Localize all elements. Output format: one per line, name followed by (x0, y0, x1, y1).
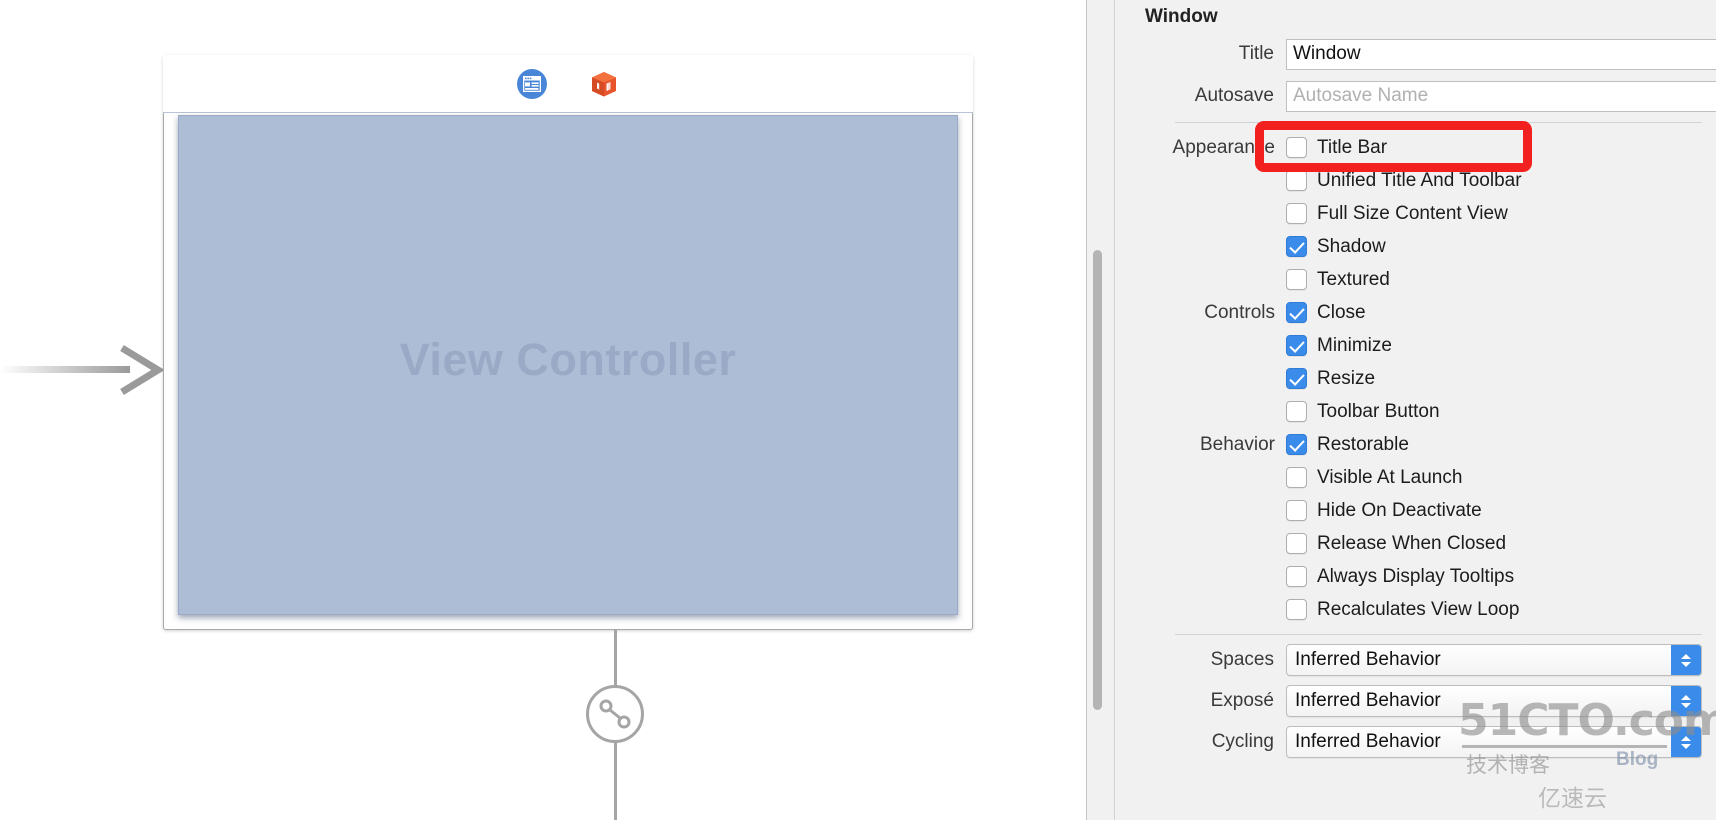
screen-root: View Controller Window Title Autosave (0, 0, 1716, 820)
page-title: Window (1145, 6, 1218, 27)
checkbox-label-full-size-content-view: Full Size Content View (1317, 202, 1508, 224)
select-row-expose: Exposé Inferred Behavior (1130, 684, 1716, 718)
field-row-autosave: Autosave (1130, 80, 1716, 112)
checkbox-row-recalculates-view-loop[interactable]: Recalculates View Loop (1130, 593, 1716, 626)
checkbox-label-textured: Textured (1317, 268, 1390, 290)
view-controller-scene[interactable]: View Controller (163, 55, 973, 630)
autosave-input[interactable] (1286, 80, 1716, 112)
divider-bottom (1175, 634, 1702, 635)
checkbox-toolbar-button[interactable] (1286, 401, 1307, 422)
label-title: Title (1238, 43, 1274, 64)
checkbox-recalculates-view-loop[interactable] (1286, 599, 1307, 620)
checkbox-always-display-tooltips[interactable] (1286, 566, 1307, 587)
scene-dock-bar (163, 55, 973, 113)
checkbox-minimize[interactable] (1286, 335, 1307, 356)
checkbox-row-minimize[interactable]: Minimize (1130, 329, 1716, 362)
view-controller-placeholder-label: View Controller (399, 334, 737, 385)
checkbox-row-always-display-tooltips[interactable]: Always Display Tooltips (1130, 560, 1716, 593)
chevron-updown-icon[interactable] (1671, 686, 1701, 716)
connection-line (614, 630, 617, 688)
checkbox-label-toolbar-button: Toolbar Button (1317, 400, 1440, 422)
checkbox-hide-on-deactivate[interactable] (1286, 500, 1307, 521)
checkbox-row-hide-on-deactivate[interactable]: Hide On Deactivate (1130, 494, 1716, 527)
connection-line-lower (614, 740, 617, 820)
checkbox-label-close: Close (1317, 301, 1366, 323)
checkbox-row-shadow[interactable]: Shadow (1130, 230, 1716, 263)
select-row-cycling: Cycling Inferred Behavior (1130, 725, 1716, 759)
checkbox-row-textured[interactable]: Textured (1130, 263, 1716, 296)
checkbox-row-title-bar[interactable]: Appearance Title Bar (1130, 131, 1716, 164)
checkbox-close[interactable] (1286, 302, 1307, 323)
checkbox-row-resize[interactable]: Resize (1130, 362, 1716, 395)
checkbox-label-minimize: Minimize (1317, 334, 1392, 356)
checkbox-label-recalculates-view-loop: Recalculates View Loop (1317, 598, 1520, 620)
checkbox-visible-at-launch[interactable] (1286, 467, 1307, 488)
storyboard-entry-point-arrow (0, 345, 165, 395)
spaces-select[interactable]: Inferred Behavior (1286, 644, 1702, 676)
checkbox-row-release-when-closed[interactable]: Release When Closed (1130, 527, 1716, 560)
spaces-select-value: Inferred Behavior (1295, 649, 1441, 670)
label-spaces: Spaces (1210, 649, 1274, 670)
checkbox-label-unified-title-and-toolbar: Unified Title And Toolbar (1317, 169, 1522, 191)
checkbox-label-title-bar: Title Bar (1317, 136, 1388, 158)
checkbox-restorable[interactable] (1286, 434, 1307, 455)
checkbox-label-resize: Resize (1317, 367, 1376, 389)
panel-scrollbar[interactable] (1093, 250, 1102, 710)
checkbox-unified-title-and-toolbar[interactable] (1286, 170, 1307, 191)
label-controls: Controls (1204, 301, 1275, 323)
chevron-updown-icon[interactable] (1671, 727, 1701, 757)
checkbox-resize[interactable] (1286, 368, 1307, 389)
first-responder-cube-icon[interactable] (589, 69, 619, 99)
label-appearance: Appearance (1172, 136, 1275, 158)
label-cycling: Cycling (1211, 731, 1274, 752)
checkbox-label-always-display-tooltips: Always Display Tooltips (1317, 565, 1515, 587)
divider-top (1175, 122, 1702, 123)
attributes-inspector-panel[interactable]: Window Title Autosave Appearance Title B… (1086, 0, 1716, 820)
inspector-content: Window Title Autosave Appearance Title B… (1114, 0, 1716, 820)
chevron-updown-icon[interactable] (1671, 645, 1701, 675)
checkbox-row-unified-title-and-toolbar[interactable]: Unified Title And Toolbar (1130, 164, 1716, 197)
checkbox-row-full-size-content-view[interactable]: Full Size Content View (1130, 197, 1716, 230)
field-row-title: Title (1130, 38, 1716, 70)
checkbox-release-when-closed[interactable] (1286, 533, 1307, 554)
checkbox-full-size-content-view[interactable] (1286, 203, 1307, 224)
window-icon[interactable] (517, 68, 547, 99)
expose-select[interactable]: Inferred Behavior (1286, 685, 1702, 717)
checkbox-label-shadow: Shadow (1317, 235, 1386, 257)
view-controller-view[interactable]: View Controller (178, 115, 958, 615)
expose-select-value: Inferred Behavior (1295, 690, 1441, 711)
connections-outlet-icon[interactable] (586, 685, 644, 743)
cycling-select-value: Inferred Behavior (1295, 731, 1441, 752)
checkbox-textured[interactable] (1286, 269, 1307, 290)
checkbox-row-restorable[interactable]: Behavior Restorable (1130, 428, 1716, 461)
storyboard-canvas[interactable]: View Controller (0, 0, 1086, 820)
label-expose: Exposé (1210, 690, 1274, 711)
cycling-select[interactable]: Inferred Behavior (1286, 726, 1702, 758)
title-input[interactable] (1286, 38, 1716, 70)
checkbox-label-visible-at-launch: Visible At Launch (1317, 466, 1463, 488)
label-autosave: Autosave (1194, 85, 1274, 106)
label-behavior: Behavior (1200, 433, 1275, 455)
checkbox-shadow[interactable] (1286, 236, 1307, 257)
checkbox-row-close[interactable]: Controls Close (1130, 296, 1716, 329)
checkbox-title-bar[interactable] (1286, 137, 1307, 158)
checkbox-label-hide-on-deactivate: Hide On Deactivate (1317, 499, 1482, 521)
checkbox-label-release-when-closed: Release When Closed (1317, 532, 1507, 554)
checkbox-label-restorable: Restorable (1317, 433, 1409, 455)
select-row-spaces: Spaces Inferred Behavior (1130, 643, 1716, 677)
checkbox-row-toolbar-button[interactable]: Toolbar Button (1130, 395, 1716, 428)
checkbox-row-visible-at-launch[interactable]: Visible At Launch (1130, 461, 1716, 494)
